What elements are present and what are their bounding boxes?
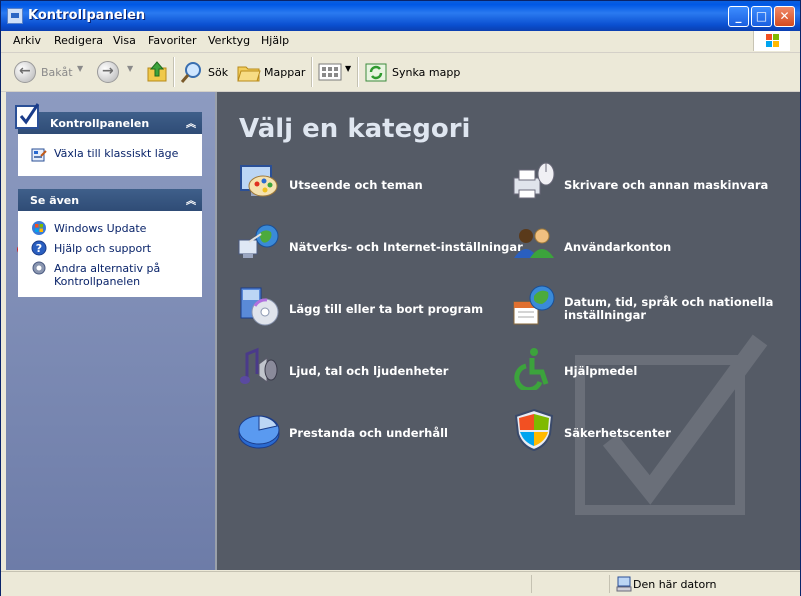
category-network-label: Nätverks- och Internet-inställningar <box>289 240 523 254</box>
my-computer-icon <box>616 576 632 592</box>
menu-favoriter[interactable]: Favoriter <box>148 34 196 47</box>
title-bar[interactable]: Kontrollpanelen _ □ ✕ <box>1 1 800 31</box>
category-printers[interactable]: Skrivare och annan maskinvara <box>512 160 782 204</box>
maximize-button[interactable]: □ <box>751 6 772 27</box>
control-panel-section-body: Växla till klassiskt läge <box>18 134 202 176</box>
other-options-link-line2[interactable]: Kontrollpanelen <box>54 275 140 288</box>
windows-update-icon <box>32 221 46 235</box>
help-and-support-link[interactable]: Hjälp och support <box>54 242 151 255</box>
see-also-section-header[interactable]: Se även ︽ <box>18 189 202 211</box>
other-options-link[interactable]: Andra alternativ på <box>54 262 160 275</box>
category-security-center-label: Säkerhetscenter <box>564 426 671 440</box>
shield-icon <box>514 408 554 452</box>
menu-bar: Arkiv Redigera Visa Favoriter Verktyg Hj… <box>1 31 800 53</box>
control-panel-section-title: Kontrollpanelen <box>50 117 150 130</box>
menu-visa[interactable]: Visa <box>113 34 136 47</box>
menu-verktyg[interactable]: Verktyg <box>208 34 250 47</box>
close-button[interactable]: ✕ <box>774 6 795 27</box>
page-title: Välj en kategori <box>239 114 471 144</box>
control-panel-section: Kontrollpanelen ︽ Växla till klassiskt l… <box>15 103 202 176</box>
switch-to-classic-view-link[interactable]: Växla till klassiskt läge <box>54 147 178 160</box>
category-sound[interactable]: Ljud, tal och ljudenheter <box>237 346 507 390</box>
toolbar: ← Bakåt ▼ → ▼ Sök Mappar ▼ Synka mapp <box>1 53 800 92</box>
add-remove-icon <box>240 287 279 326</box>
gear-icon <box>32 261 46 275</box>
collapse-chevron-icon[interactable]: ︽ <box>186 192 196 207</box>
appearance-icon <box>240 165 278 197</box>
status-location-text: Den här datorn <box>633 578 717 591</box>
category-accessibility-label: Hjälpmedel <box>564 364 638 378</box>
category-appearance[interactable]: Utseende och teman <box>237 160 507 204</box>
category-add-remove[interactable]: Lägg till eller ta bort program <box>237 284 507 328</box>
minimize-button[interactable]: _ <box>728 6 749 27</box>
printer-icon <box>513 162 555 199</box>
forward-arrow-icon[interactable]: → <box>97 61 119 83</box>
svg-text:?: ? <box>36 242 42 255</box>
category-sound-label: Ljud, tal och ljudenheter <box>289 364 449 378</box>
accessibility-icon <box>514 348 549 390</box>
help-icon: ? <box>31 240 47 256</box>
sound-icon <box>240 347 278 384</box>
search-icon[interactable] <box>179 60 205 84</box>
status-bar: Den här datorn <box>1 571 800 596</box>
windows-logo-icon <box>753 31 790 51</box>
category-security-center[interactable]: Säkerhetscenter <box>512 408 782 452</box>
back-arrow-icon[interactable]: ← <box>14 61 36 83</box>
up-folder-icon[interactable] <box>145 60 169 84</box>
category-network[interactable]: Nätverks- och Internet-inställningar <box>237 222 523 266</box>
classic-view-icon <box>31 148 47 162</box>
control-panel-section-header[interactable]: Kontrollpanelen ︽ <box>18 112 202 134</box>
category-date-time[interactable]: Datum, tid, språk och nationella inställ… <box>512 284 782 328</box>
category-performance-label: Prestanda och underhåll <box>289 426 449 440</box>
explorer-window: Kontrollpanelen _ □ ✕ Arkiv Redigera Vis… <box>0 0 801 596</box>
see-also-section-title: Se även <box>30 194 80 207</box>
back-dropdown-icon[interactable]: ▼ <box>77 64 83 90</box>
window-title: Kontrollpanelen <box>28 8 146 23</box>
category-user-accounts-label: Användarkonton <box>564 240 672 254</box>
category-printers-label: Skrivare och annan maskinvara <box>564 178 769 192</box>
menu-redigera[interactable]: Redigera <box>54 34 103 47</box>
folders-button-label[interactable]: Mappar <box>264 66 305 92</box>
menu-hjalp[interactable]: Hjälp <box>261 34 289 47</box>
back-button-label[interactable]: Bakåt <box>41 66 73 92</box>
users-icon <box>514 228 554 258</box>
menu-arkiv[interactable]: Arkiv <box>13 34 41 47</box>
category-accessibility[interactable]: Hjälpmedel <box>512 346 782 390</box>
category-add-remove-label: Lägg till eller ta bort program <box>289 302 484 316</box>
search-button-label[interactable]: Sök <box>208 66 228 92</box>
folders-icon[interactable] <box>237 61 261 83</box>
see-also-section-body: Windows Update ? Hjälp och support Andra… <box>18 211 202 297</box>
task-pane: Kontrollpanelen ︽ Växla till klassiskt l… <box>6 92 215 570</box>
category-view: Välj en kategori Utseende och teman Nätv… <box>215 92 800 570</box>
control-panel-checkmark-icon <box>15 103 40 129</box>
category-user-accounts[interactable]: Användarkonton <box>512 222 782 266</box>
network-icon <box>238 224 279 258</box>
category-performance[interactable]: Prestanda och underhåll <box>237 408 507 452</box>
sync-icon[interactable] <box>364 60 388 84</box>
views-dropdown-icon[interactable]: ▼ <box>345 64 351 90</box>
control-panel-icon <box>7 8 23 24</box>
sync-button-label[interactable]: Synka mapp <box>392 66 460 92</box>
views-icon[interactable] <box>318 62 342 82</box>
performance-icon <box>238 415 280 449</box>
category-appearance-label: Utseende och teman <box>289 178 423 192</box>
datetime-icon <box>513 285 555 325</box>
category-date-time-label-line2: inställningar <box>564 308 647 322</box>
windows-update-link[interactable]: Windows Update <box>54 222 146 235</box>
forward-dropdown-icon[interactable]: ▼ <box>127 64 133 90</box>
see-also-section: Se även ︽ Windows Update ? Hjälp och sup… <box>18 189 202 297</box>
collapse-chevron-icon[interactable]: ︽ <box>186 115 196 130</box>
category-date-time-label-line1: Datum, tid, språk och nationella <box>564 295 774 309</box>
